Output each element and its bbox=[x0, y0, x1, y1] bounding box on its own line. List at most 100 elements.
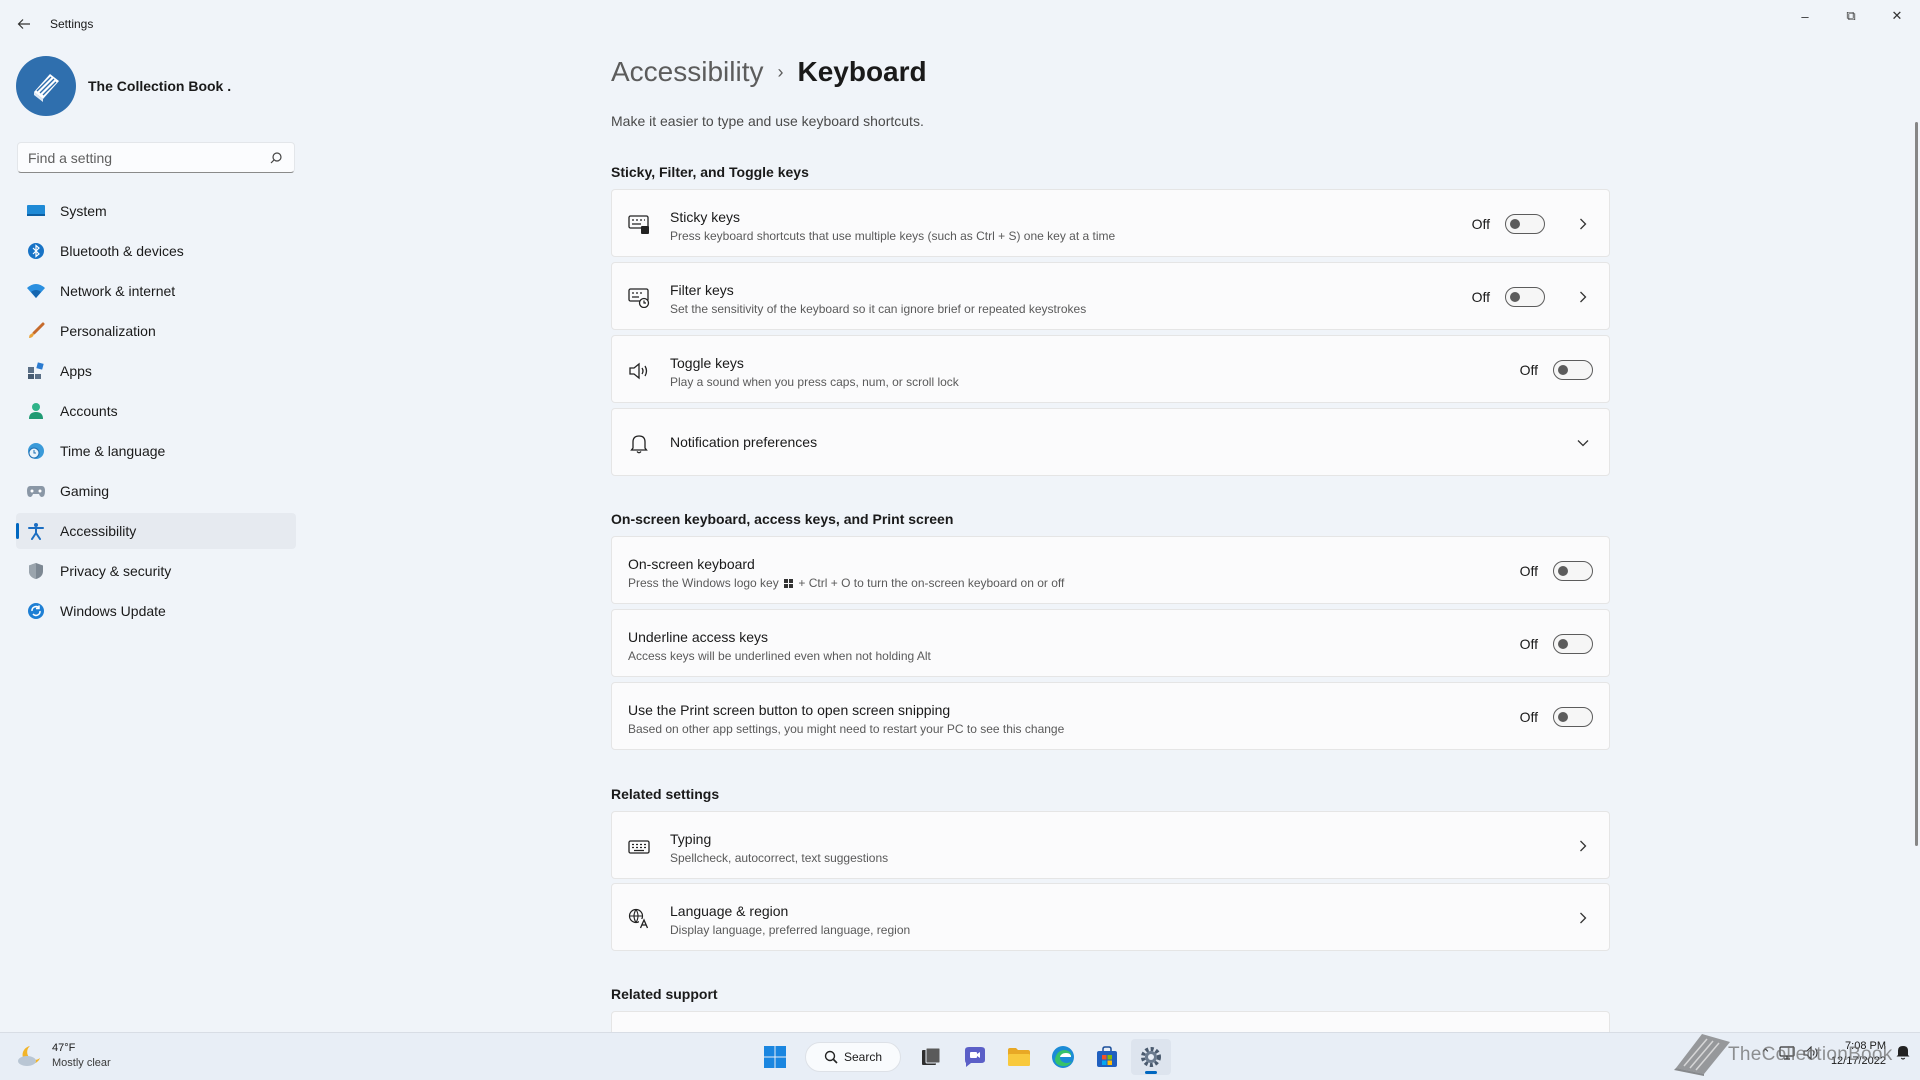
sidebar-item-bluetooth[interactable]: Bluetooth & devices bbox=[16, 233, 296, 269]
app-title: Settings bbox=[50, 17, 94, 31]
weather-condition: Mostly clear bbox=[52, 1057, 111, 1069]
chevron-down-icon[interactable] bbox=[1573, 433, 1593, 453]
card-text: Toggle keys Play a sound when you press … bbox=[670, 355, 959, 389]
section-title: Sticky, Filter, and Toggle keys bbox=[611, 164, 809, 180]
card-text: On-screen keyboard Press the Windows log… bbox=[628, 556, 1064, 590]
sidebar-item-label: Gaming bbox=[60, 483, 110, 499]
sidebar-item-network[interactable]: Network & internet bbox=[16, 273, 296, 309]
sidebar-item-time-language[interactable]: Time & language bbox=[16, 433, 296, 469]
section-title: Related support bbox=[611, 986, 718, 1002]
notification-preferences-card[interactable]: Notification preferences bbox=[611, 408, 1610, 476]
section-title: Related settings bbox=[611, 786, 720, 802]
maximize-button[interactable]: ⧉ bbox=[1828, 0, 1874, 32]
breadcrumb-parent[interactable]: Accessibility bbox=[611, 56, 763, 88]
card-text: Typing Spellcheck, autocorrect, text sug… bbox=[670, 831, 888, 865]
filter-keys-icon bbox=[628, 287, 650, 309]
settings-taskbar-button[interactable] bbox=[1131, 1039, 1171, 1075]
card-title: Use the Print screen button to open scre… bbox=[628, 702, 951, 718]
card-title: Typing bbox=[670, 831, 712, 847]
filter-keys-card[interactable]: Filter keys Set the sensitivity of the k… bbox=[611, 262, 1610, 330]
card-subtitle: Spellcheck, autocorrect, text suggestion… bbox=[670, 851, 889, 865]
edge-icon bbox=[1052, 1046, 1074, 1068]
sidebar-nav: System Bluetooth & devices Network & int… bbox=[16, 193, 296, 633]
sidebar-item-accessibility[interactable]: Accessibility bbox=[16, 513, 296, 549]
sticky-keys-toggle[interactable] bbox=[1505, 214, 1545, 234]
task-view-button[interactable] bbox=[911, 1039, 951, 1075]
taskbar-search-label: Search bbox=[844, 1050, 883, 1064]
sidebar-item-accounts[interactable]: Accounts bbox=[16, 393, 296, 429]
brush-icon bbox=[26, 321, 46, 341]
sidebar-item-system[interactable]: System bbox=[16, 193, 296, 229]
back-button[interactable] bbox=[12, 10, 36, 38]
toggle-keys-toggle[interactable] bbox=[1553, 360, 1593, 380]
chevron-right-icon[interactable] bbox=[1573, 836, 1593, 856]
toggle-state-label: Off bbox=[1519, 709, 1538, 725]
toggle-state-label: Off bbox=[1471, 216, 1490, 232]
sidebar-item-personalization[interactable]: Personalization bbox=[16, 313, 296, 349]
chevron-right-icon[interactable] bbox=[1573, 214, 1593, 234]
page-description: Make it easier to type and use keyboard … bbox=[611, 113, 924, 129]
store-button[interactable] bbox=[1087, 1039, 1127, 1075]
card-subtitle: Access keys will be underlined even when… bbox=[628, 649, 931, 663]
typing-card[interactable]: Typing Spellcheck, autocorrect, text sug… bbox=[611, 811, 1610, 879]
sticky-keys-toggle-group: Off bbox=[1472, 214, 1545, 234]
start-button[interactable] bbox=[755, 1039, 795, 1075]
card-title: Sticky keys bbox=[670, 209, 741, 225]
toggle-state-label: Off bbox=[1471, 289, 1490, 305]
weather-widget[interactable]: 47°F Mostly clear bbox=[16, 1041, 111, 1071]
chat-button[interactable] bbox=[955, 1039, 995, 1075]
profile-name: The Collection Book . bbox=[88, 78, 232, 94]
sticky-keys-card[interactable]: Sticky keys Press keyboard shortcuts tha… bbox=[611, 189, 1610, 257]
search-icon[interactable] bbox=[268, 150, 284, 166]
close-button[interactable]: ✕ bbox=[1874, 0, 1920, 32]
accessibility-icon bbox=[26, 521, 46, 541]
underline-access-keys-toggle[interactable] bbox=[1553, 634, 1593, 654]
on-screen-keyboard-toggle[interactable] bbox=[1553, 561, 1593, 581]
filter-keys-toggle[interactable] bbox=[1505, 287, 1545, 307]
card-subtitle: Press keyboard shortcuts that use multip… bbox=[670, 229, 1116, 243]
sidebar-item-label: Bluetooth & devices bbox=[60, 243, 184, 259]
search-input[interactable] bbox=[28, 149, 268, 166]
card-subtitle: Set the sensitivity of the keyboard so i… bbox=[670, 302, 1087, 316]
sidebar-item-label: Time & language bbox=[60, 443, 166, 459]
search-icon bbox=[824, 1050, 838, 1064]
sidebar-item-gaming[interactable]: Gaming bbox=[16, 473, 296, 509]
sidebar-item-label: System bbox=[60, 203, 107, 219]
on-screen-keyboard-toggle-group: Off bbox=[1520, 561, 1593, 581]
weather-temp: 47°F bbox=[52, 1042, 76, 1054]
globe-clock-icon bbox=[26, 441, 46, 461]
minimize-button[interactable]: – bbox=[1782, 0, 1828, 32]
underline-access-keys-toggle-group: Off bbox=[1520, 634, 1593, 654]
chevron-right-icon[interactable] bbox=[1573, 908, 1593, 928]
sticky-keys-icon bbox=[628, 214, 650, 236]
print-screen-toggle[interactable] bbox=[1553, 707, 1593, 727]
toggle-state-label: Off bbox=[1519, 636, 1538, 652]
file-explorer-button[interactable] bbox=[999, 1039, 1039, 1075]
card-title: On-screen keyboard bbox=[628, 556, 755, 572]
gamepad-icon bbox=[26, 481, 46, 501]
edge-button[interactable] bbox=[1043, 1039, 1083, 1075]
bell-icon bbox=[628, 433, 650, 455]
subtitle-text: Press the Windows logo key bbox=[628, 576, 779, 590]
weather-text: 47°F Mostly clear bbox=[52, 1041, 111, 1071]
card-text: Sticky keys Press keyboard shortcuts tha… bbox=[670, 209, 1115, 243]
toggle-keys-toggle-group: Off bbox=[1520, 360, 1593, 380]
language-region-card[interactable]: Language & region Display language, pref… bbox=[611, 883, 1610, 951]
chevron-right-icon[interactable] bbox=[1573, 287, 1593, 307]
taskbar-search[interactable]: Search bbox=[805, 1042, 901, 1072]
scrollbar[interactable] bbox=[1915, 122, 1918, 846]
task-view-icon bbox=[922, 1047, 941, 1065]
book-logo-icon bbox=[34, 74, 59, 102]
notification-bell-icon[interactable] bbox=[1896, 1044, 1910, 1065]
sidebar-item-apps[interactable]: Apps bbox=[16, 353, 296, 389]
card-title: Filter keys bbox=[670, 282, 734, 298]
user-profile[interactable]: The Collection Book . bbox=[16, 56, 231, 116]
file-explorer-icon bbox=[1008, 1048, 1030, 1066]
card-text: Language & region Display language, pref… bbox=[670, 903, 910, 937]
sidebar-item-privacy[interactable]: Privacy & security bbox=[16, 553, 296, 589]
sidebar-item-windows-update[interactable]: Windows Update bbox=[16, 593, 296, 629]
sidebar-item-label: Network & internet bbox=[60, 283, 176, 299]
settings-search[interactable] bbox=[17, 142, 295, 173]
subtitle-text: + Ctrl + O to turn the on-screen keyboar… bbox=[798, 576, 1065, 590]
card-text: Use the Print screen button to open scre… bbox=[628, 702, 1064, 736]
